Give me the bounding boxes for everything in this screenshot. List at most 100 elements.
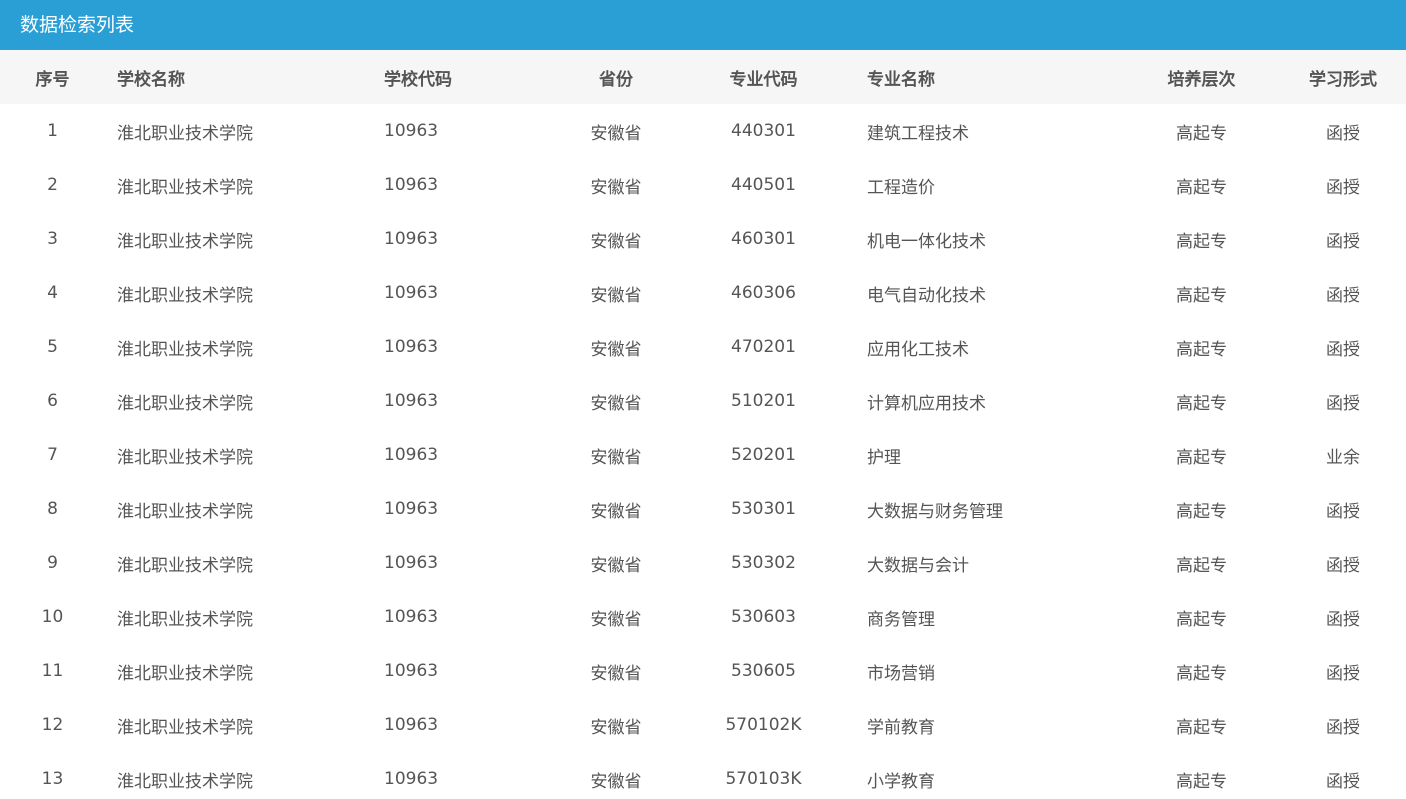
header-province: 省份 [599, 69, 633, 90]
cell-school-code: 10963 [384, 499, 439, 519]
cell-major-code: 460306 [731, 283, 796, 303]
cell-study-form: 函授 [1326, 285, 1360, 306]
table-header-row: 序号 学校名称 学校代码 省份 专业代码 专业名称 培养层次 学习形式 [0, 50, 1406, 104]
cell-major-code: 460301 [731, 229, 796, 249]
cell-seq: 9 [47, 553, 58, 573]
cell-level: 高起专 [1176, 663, 1227, 684]
cell-seq: 13 [41, 769, 64, 789]
cell-major-code: 510201 [731, 391, 796, 411]
cell-study-form: 函授 [1326, 609, 1360, 630]
cell-province: 安徽省 [590, 177, 642, 198]
cell-school-name: 淮北职业技术学院 [117, 771, 253, 792]
cell-seq: 1 [47, 121, 58, 141]
cell-school-name: 淮北职业技术学院 [117, 123, 253, 144]
cell-level: 高起专 [1176, 609, 1227, 630]
cell-seq: 12 [41, 715, 64, 735]
cell-province: 安徽省 [590, 501, 642, 522]
cell-province: 安徽省 [590, 285, 642, 306]
cell-seq: 3 [47, 229, 58, 249]
table-row: 8 淮北职业技术学院 10963 安徽省 530301 大数据与财务管理 高起专 函授 [0, 482, 1406, 536]
cell-study-form: 函授 [1326, 339, 1360, 360]
cell-major-name: 应用化工技术 [867, 339, 969, 360]
table-row: 5 淮北职业技术学院 10963 安徽省 470201 应用化工技术 高起专 函授 [0, 320, 1406, 374]
cell-school-name: 淮北职业技术学院 [117, 717, 253, 738]
table-row: 12 淮北职业技术学院 10963 安徽省 570102K 学前教育 高起专 函授 [0, 698, 1406, 752]
cell-major-code: 440501 [731, 175, 796, 195]
cell-school-code: 10963 [384, 229, 439, 249]
cell-major-name: 市场营销 [867, 663, 935, 684]
cell-school-code: 10963 [384, 121, 439, 141]
cell-school-code: 10963 [384, 445, 439, 465]
header-major-code: 专业代码 [729, 69, 798, 90]
cell-major-name: 工程造价 [867, 177, 935, 198]
header-school-name: 学校名称 [117, 69, 185, 90]
cell-study-form: 函授 [1326, 177, 1360, 198]
cell-seq: 5 [47, 337, 58, 357]
cell-major-name: 电气自动化技术 [867, 285, 986, 306]
table-row: 4 淮北职业技术学院 10963 安徽省 460306 电气自动化技术 高起专 函授 [0, 266, 1406, 320]
cell-school-name: 淮北职业技术学院 [117, 339, 253, 360]
cell-province: 安徽省 [590, 393, 642, 414]
cell-school-name: 淮北职业技术学院 [117, 285, 253, 306]
cell-study-form: 函授 [1326, 123, 1360, 144]
cell-school-name: 淮北职业技术学院 [117, 177, 253, 198]
table-row: 6 淮北职业技术学院 10963 安徽省 510201 计算机应用技术 高起专 函授 [0, 374, 1406, 428]
cell-seq: 8 [47, 499, 58, 519]
header-level: 培养层次 [1167, 69, 1236, 90]
header-school-code: 学校代码 [384, 69, 452, 90]
cell-major-name: 建筑工程技术 [867, 123, 969, 144]
cell-major-name: 护理 [867, 447, 901, 468]
cell-major-code: 530605 [731, 661, 796, 681]
cell-school-name: 淮北职业技术学院 [117, 501, 253, 522]
table-header: 序号 学校名称 学校代码 省份 专业代码 专业名称 培养层次 学习形式 [0, 50, 1406, 104]
cell-level: 高起专 [1176, 447, 1227, 468]
table-body: 1 淮北职业技术学院 10963 安徽省 440301 建筑工程技术 高起专 函授 2 淮北职业技… [0, 104, 1406, 799]
cell-major-code: 470201 [731, 337, 796, 357]
cell-school-name: 淮北职业技术学院 [117, 555, 253, 576]
cell-major-name: 学前教育 [867, 717, 935, 738]
cell-province: 安徽省 [590, 555, 642, 576]
cell-school-name: 淮北职业技术学院 [117, 231, 253, 252]
cell-seq: 11 [41, 661, 64, 681]
cell-major-code: 530302 [731, 553, 796, 573]
table-row: 9 淮北职业技术学院 10963 安徽省 530302 大数据与会计 高起专 函授 [0, 536, 1406, 590]
cell-major-code: 570103K [725, 769, 802, 789]
cell-province: 安徽省 [590, 231, 642, 252]
table-row: 10 淮北职业技术学院 10963 安徽省 530603 商务管理 高起专 函授 [0, 590, 1406, 644]
cell-major-name: 商务管理 [867, 609, 935, 630]
table-row: 13 淮北职业技术学院 10963 安徽省 570103K 小学教育 高起专 函授 [0, 752, 1406, 799]
header-major-name: 专业名称 [867, 69, 935, 90]
cell-province: 安徽省 [590, 771, 642, 792]
cell-level: 高起专 [1176, 717, 1227, 738]
cell-school-code: 10963 [384, 769, 439, 789]
cell-province: 安徽省 [590, 717, 642, 738]
cell-province: 安徽省 [590, 447, 642, 468]
table-row: 11 淮北职业技术学院 10963 安徽省 530605 市场营销 高起专 函授 [0, 644, 1406, 698]
cell-major-code: 440301 [731, 121, 796, 141]
cell-study-form: 函授 [1326, 501, 1360, 522]
cell-province: 安徽省 [590, 609, 642, 630]
cell-study-form: 函授 [1326, 771, 1360, 792]
cell-seq: 7 [47, 445, 58, 465]
table-row: 1 淮北职业技术学院 10963 安徽省 440301 建筑工程技术 高起专 函授 [0, 104, 1406, 158]
cell-school-code: 10963 [384, 175, 439, 195]
header-study-form: 学习形式 [1309, 69, 1377, 90]
results-table: 序号 学校名称 学校代码 省份 专业代码 专业名称 培养层次 学习形式 1 淮北职… [0, 50, 1406, 799]
cell-major-name: 小学教育 [867, 771, 935, 792]
cell-seq: 4 [47, 283, 58, 303]
cell-level: 高起专 [1176, 123, 1227, 144]
cell-major-name: 计算机应用技术 [867, 393, 986, 414]
table-row: 3 淮北职业技术学院 10963 安徽省 460301 机电一体化技术 高起专 函授 [0, 212, 1406, 266]
cell-major-code: 570102K [725, 715, 802, 735]
header-seq: 序号 [35, 69, 70, 90]
cell-study-form: 函授 [1326, 393, 1360, 414]
cell-major-name: 机电一体化技术 [867, 231, 986, 252]
cell-level: 高起专 [1176, 393, 1227, 414]
cell-level: 高起专 [1176, 231, 1227, 252]
cell-school-code: 10963 [384, 661, 439, 681]
cell-study-form: 函授 [1326, 555, 1360, 576]
cell-study-form: 函授 [1326, 663, 1360, 684]
cell-major-name: 大数据与财务管理 [867, 501, 1003, 522]
cell-school-code: 10963 [384, 607, 439, 627]
cell-school-name: 淮北职业技术学院 [117, 609, 253, 630]
